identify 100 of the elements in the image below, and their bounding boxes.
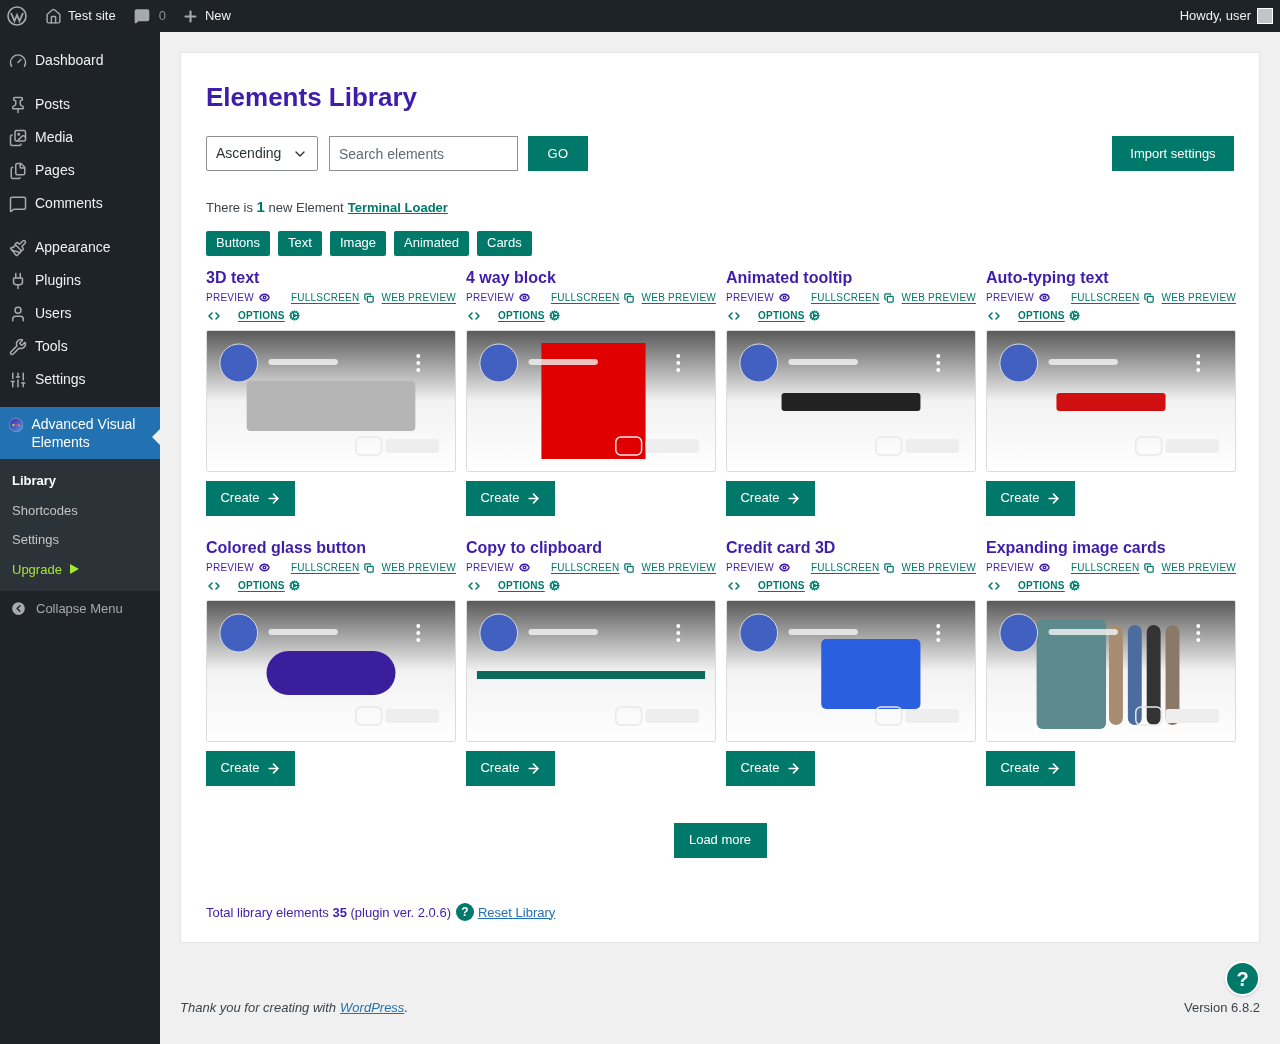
current-pointer-icon (152, 429, 160, 445)
sidebar-item[interactable]: Plugins (0, 264, 160, 297)
site-link[interactable]: Test site (68, 6, 116, 26)
sidebar-item[interactable]: Pages (0, 154, 160, 187)
arrow-right-icon (1045, 490, 1061, 506)
preview-link[interactable]: PREVIEW (986, 560, 1050, 575)
create-button[interactable]: Create (986, 750, 1075, 786)
web-preview-link[interactable]: WEB PREVIEW (381, 290, 456, 305)
code-icon[interactable] (988, 309, 1000, 322)
preview-link[interactable]: PREVIEW (466, 560, 530, 575)
preview-link[interactable]: PREVIEW (206, 290, 270, 305)
code-icon[interactable] (728, 579, 740, 592)
options-link[interactable]: OPTIONS (498, 308, 560, 323)
code-icon[interactable] (208, 579, 220, 592)
arrow-right-icon (525, 490, 541, 506)
element-title: 3D text (206, 267, 261, 288)
fullscreen-link[interactable]: FULLSCREEN (550, 290, 634, 305)
gears-icon (808, 580, 820, 591)
help-icon[interactable]: ? (456, 903, 474, 922)
submenu-item[interactable]: Upgrade (0, 554, 160, 584)
create-button[interactable]: Create (986, 480, 1075, 516)
web-preview-link[interactable]: WEB PREVIEW (381, 560, 456, 575)
preview-link[interactable]: PREVIEW (466, 290, 530, 305)
menu-icon (9, 195, 27, 213)
greeting[interactable]: Howdy, user (1179, 6, 1251, 26)
create-button[interactable]: Create (466, 480, 555, 516)
import-settings-button[interactable]: Import settings (1112, 136, 1234, 171)
filter-tag[interactable]: Buttons (206, 230, 271, 256)
fullscreen-link[interactable]: FULLSCREEN (810, 560, 894, 575)
options-link[interactable]: OPTIONS (1018, 308, 1080, 323)
go-button[interactable]: GO (528, 136, 588, 171)
fullscreen-link[interactable]: FULLSCREEN (290, 290, 374, 305)
gears-icon (548, 310, 560, 321)
menu-icon (9, 52, 27, 70)
preview-link[interactable]: PREVIEW (726, 290, 790, 305)
code-icon[interactable] (468, 309, 480, 322)
fullscreen-link[interactable]: FULLSCREEN (810, 290, 894, 305)
sidebar-item[interactable]: Users (0, 297, 160, 330)
collapse-menu[interactable]: Collapse Menu (0, 591, 160, 627)
filter-tag[interactable]: Image (329, 230, 387, 256)
code-icon[interactable] (468, 579, 480, 592)
create-button[interactable]: Create (726, 480, 815, 516)
load-more-button[interactable]: Load more (673, 822, 767, 858)
fullscreen-link[interactable]: FULLSCREEN (1070, 560, 1154, 575)
sidebar-item[interactable]: Media (0, 121, 160, 154)
submenu-item[interactable]: Shortcodes (0, 495, 160, 525)
create-button[interactable]: Create (726, 750, 815, 786)
search-field[interactable]: Search elements (329, 136, 518, 171)
sidebar-item[interactable]: Tools (0, 330, 160, 363)
preview-link[interactable]: PREVIEW (206, 560, 270, 575)
sidebar-item[interactable]: Advanced Visual Elements (0, 407, 160, 459)
code-icon[interactable] (208, 309, 220, 322)
sidebar-item[interactable]: Comments (0, 187, 160, 220)
sort-select[interactable]: Ascending (206, 136, 318, 171)
fullscreen-link[interactable]: FULLSCREEN (290, 560, 374, 575)
fullscreen-link[interactable]: FULLSCREEN (550, 560, 634, 575)
sidebar-item[interactable]: Settings (0, 363, 160, 396)
options-link[interactable]: OPTIONS (1018, 578, 1080, 593)
filter-tag[interactable]: Cards (477, 230, 532, 256)
create-button[interactable]: Create (206, 750, 295, 786)
web-preview-link[interactable]: WEB PREVIEW (641, 290, 716, 305)
submenu-item[interactable]: Library (0, 466, 160, 496)
filter-tag[interactable]: Animated (394, 230, 469, 256)
filter-tag[interactable]: Text (278, 230, 322, 256)
menu-icon (9, 162, 27, 180)
fullscreen-link[interactable]: FULLSCREEN (1070, 290, 1154, 305)
reset-library-link[interactable]: Reset Library (478, 902, 556, 922)
arrow-right-icon (265, 490, 281, 506)
element-title: 4 way block (466, 267, 557, 288)
options-link[interactable]: OPTIONS (498, 578, 560, 593)
options-link[interactable]: OPTIONS (758, 308, 820, 323)
web-preview-link[interactable]: WEB PREVIEW (901, 560, 976, 575)
options-link[interactable]: OPTIONS (238, 578, 300, 593)
web-preview-link[interactable]: WEB PREVIEW (1161, 560, 1236, 575)
home-icon[interactable] (45, 7, 62, 25)
help-button[interactable]: ? (1225, 961, 1260, 996)
web-preview-link[interactable]: WEB PREVIEW (1161, 290, 1236, 305)
options-link[interactable]: OPTIONS (758, 578, 820, 593)
comment-icon[interactable] (133, 8, 150, 24)
arrow-right-icon (265, 760, 281, 776)
web-preview-link[interactable]: WEB PREVIEW (901, 290, 976, 305)
code-icon[interactable] (728, 309, 740, 322)
sidebar-item[interactable]: Dashboard (0, 44, 160, 77)
web-preview-link[interactable]: WEB PREVIEW (641, 560, 716, 575)
plus-icon[interactable] (181, 7, 199, 25)
terminal-loader-link[interactable]: Terminal Loader (347, 198, 448, 218)
create-button[interactable]: Create (206, 480, 295, 516)
preview-link[interactable]: PREVIEW (726, 560, 790, 575)
preview-link[interactable]: PREVIEW (986, 290, 1050, 305)
create-button[interactable]: Create (466, 750, 555, 786)
copy-icon (1143, 562, 1154, 573)
submenu-item[interactable]: Settings (0, 525, 160, 555)
sidebar-item[interactable]: Posts (0, 88, 160, 121)
menu-icon (9, 371, 27, 389)
new-link[interactable]: New (204, 6, 231, 26)
code-icon[interactable] (988, 579, 1000, 592)
logo-icon[interactable] (7, 6, 27, 26)
sidebar-item[interactable]: Appearance (0, 231, 160, 264)
options-link[interactable]: OPTIONS (238, 308, 300, 323)
footer-thanks: Thank you for creating with (180, 999, 337, 1017)
